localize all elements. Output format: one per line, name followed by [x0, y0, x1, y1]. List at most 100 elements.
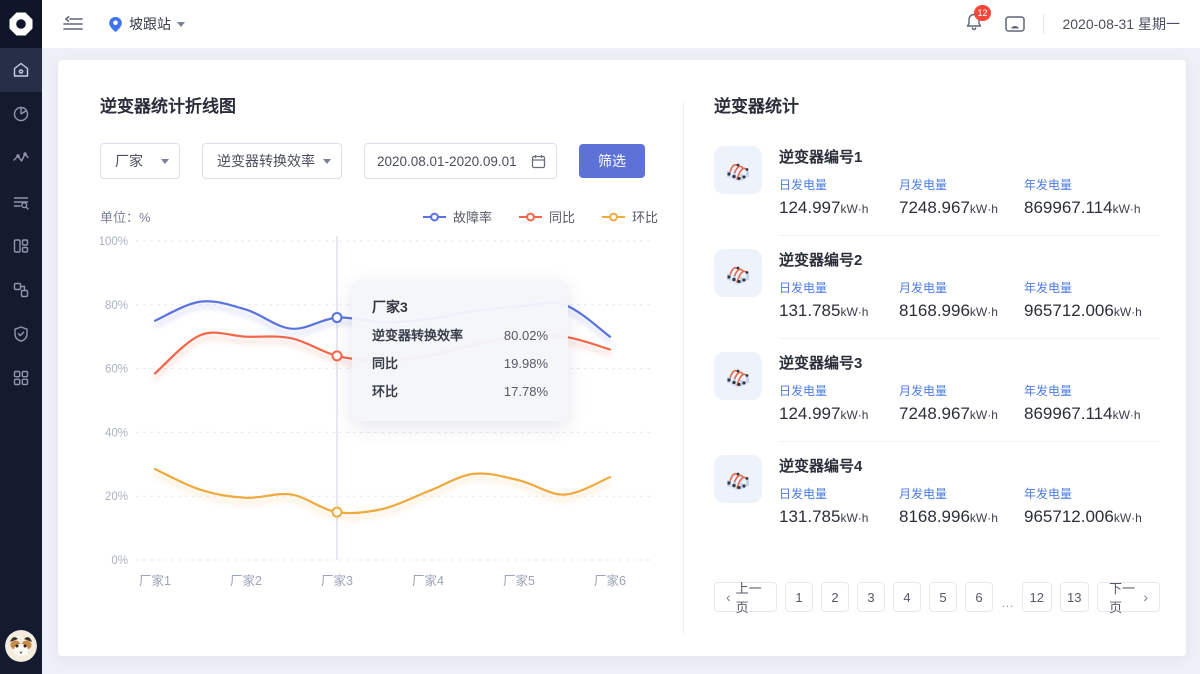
svg-text:厂家6: 厂家6	[594, 573, 626, 588]
stat-yearly: 年发电量 965712.006kW·h	[1024, 485, 1160, 527]
vendor-select-value: 厂家	[115, 151, 143, 171]
chart-panel-title: 逆变器统计折线图	[100, 92, 683, 117]
next-page-button[interactable]: 下一页 ›	[1097, 582, 1160, 612]
main-content: 逆变器统计折线图 厂家 逆变器转换效率 2020.08.01-2020.09.0…	[42, 48, 1200, 674]
inverter-list: 逆变器编号1 日发电量 124.997kW·h 月发电量 7248.967kW·…	[714, 133, 1160, 544]
svg-text:厂家5: 厂家5	[503, 573, 535, 588]
inverter-icon	[714, 146, 762, 194]
svg-text:厂家2: 厂家2	[230, 573, 262, 588]
tooltip-row: 环比 17.78%	[372, 383, 548, 401]
prev-page-button[interactable]: ‹ 上一页	[714, 582, 777, 612]
sidebar-item-reports[interactable]	[0, 92, 42, 136]
sidebar-item-apps[interactable]	[0, 356, 42, 400]
page-button-6[interactable]: 6	[965, 582, 993, 612]
inverter-3d-icon	[721, 256, 755, 290]
inverter-name: 逆变器编号4	[779, 455, 1160, 476]
stat-daily: 日发电量 124.997kW·h	[779, 382, 899, 424]
app-logo[interactable]	[0, 0, 42, 48]
page-button-1[interactable]: 1	[785, 582, 813, 612]
monitor-icon	[1005, 16, 1025, 32]
current-date: 2020-08-31 星期一	[1062, 14, 1180, 34]
line-chart[interactable]: 0%20%40%60%80%100%厂家1厂家2厂家3厂家4厂家5厂家6 厂家3…	[100, 228, 660, 600]
svg-text:40%: 40%	[105, 427, 128, 439]
stat-monthly: 月发电量 7248.967kW·h	[899, 382, 1024, 424]
stat-daily: 日发电量 131.785kW·h	[779, 485, 899, 527]
stat-daily: 日发电量 131.785kW·h	[779, 279, 899, 321]
svg-text:80%: 80%	[105, 300, 128, 312]
filter-row: 厂家 逆变器转换效率 2020.08.01-2020.09.01 筛选	[100, 143, 683, 179]
inverter-content: 逆变器编号2 日发电量 131.785kW·h 月发电量 8168.996kW·…	[779, 249, 1160, 321]
calendar-icon	[531, 154, 546, 169]
list-item[interactable]: 逆变器编号1 日发电量 124.997kW·h 月发电量 7248.967kW·…	[714, 133, 1160, 235]
list-item[interactable]: 逆变器编号4 日发电量 131.785kW·h 月发电量 8168.996kW·…	[714, 442, 1160, 544]
page-button-3[interactable]: 3	[857, 582, 885, 612]
svg-text:0%: 0%	[111, 555, 128, 567]
chart-panel: 逆变器统计折线图 厂家 逆变器转换效率 2020.08.01-2020.09.0…	[58, 60, 683, 656]
inverter-stats: 日发电量 131.785kW·h 月发电量 8168.996kW·h 年发电量 …	[779, 485, 1160, 527]
shield-check-icon	[12, 325, 30, 343]
inverter-icon	[714, 249, 762, 297]
legend-item-fault-rate[interactable]: 故障率	[422, 207, 492, 226]
legend-label: 环比	[632, 207, 658, 226]
pagination: ‹ 上一页 1 2 3 4 5 6 … 12 13 下一页 ›	[714, 582, 1160, 612]
page-button-4[interactable]: 4	[893, 582, 921, 612]
logo-gear-icon	[8, 11, 34, 37]
stat-monthly: 月发电量 8168.996kW·h	[899, 485, 1024, 527]
unit-legend-row: 单位：% 故障率 同比	[100, 207, 658, 226]
svg-text:厂家4: 厂家4	[412, 573, 444, 588]
pagination-ellipsis: …	[1001, 595, 1014, 612]
legend-label: 故障率	[453, 207, 492, 226]
list-item[interactable]: 逆变器编号3 日发电量 124.997kW·h 月发电量 7248.967kW·…	[714, 339, 1160, 441]
notifications-button[interactable]: 12	[965, 12, 983, 36]
legend-line-circle-icon	[601, 212, 626, 222]
page-button-2[interactable]: 2	[821, 582, 849, 612]
list-item[interactable]: 逆变器编号2 日发电量 131.785kW·h 月发电量 8168.996kW·…	[714, 236, 1160, 338]
date-range-input[interactable]: 2020.08.01-2020.09.01	[364, 143, 557, 179]
page-button-12[interactable]: 12	[1022, 582, 1052, 612]
inverter-name: 逆变器编号3	[779, 352, 1160, 373]
stat-yearly: 年发电量 869967.114kW·h	[1024, 176, 1160, 218]
inverter-icon	[714, 455, 762, 503]
top-header: 坡跟站 12 2020-08-31 星期一	[42, 0, 1200, 48]
sidebar-item-logs[interactable]	[0, 180, 42, 224]
svg-text:100%: 100%	[100, 236, 128, 248]
user-avatar[interactable]	[5, 630, 37, 662]
panel-divider	[683, 100, 684, 636]
inverter-content: 逆变器编号4 日发电量 131.785kW·h 月发电量 8168.996kW·…	[779, 455, 1160, 527]
sidebar-item-monitoring[interactable]	[0, 136, 42, 180]
metric-select[interactable]: 逆变器转换效率	[202, 143, 342, 179]
nodes-icon	[12, 281, 30, 299]
page-button-13[interactable]: 13	[1060, 582, 1090, 612]
sidebar-item-dashboard[interactable]	[0, 224, 42, 268]
sidebar-item-devices[interactable]	[0, 268, 42, 312]
station-selector[interactable]: 坡跟站	[108, 14, 185, 34]
collapse-sidebar-button[interactable]	[62, 13, 84, 35]
tooltip-row: 同比 19.98%	[372, 355, 548, 373]
inverter-stats: 日发电量 131.785kW·h 月发电量 8168.996kW·h 年发电量 …	[779, 279, 1160, 321]
inverter-stats: 日发电量 124.997kW·h 月发电量 7248.967kW·h 年发电量 …	[779, 176, 1160, 218]
sidebar-item-home[interactable]	[0, 48, 42, 92]
legend-label: 同比	[549, 207, 575, 226]
inverter-icon	[714, 352, 762, 400]
content-card: 逆变器统计折线图 厂家 逆变器转换效率 2020.08.01-2020.09.0…	[58, 60, 1186, 656]
page-button-5[interactable]: 5	[929, 582, 957, 612]
inverter-3d-icon	[721, 462, 755, 496]
stat-yearly: 年发电量 965712.006kW·h	[1024, 279, 1160, 321]
notification-badge: 12	[974, 5, 990, 21]
list-search-icon	[12, 193, 30, 211]
filter-button[interactable]: 筛选	[579, 144, 645, 178]
tooltip-row: 逆变器转换效率 80.02%	[372, 327, 548, 345]
vendor-select[interactable]: 厂家	[100, 143, 180, 179]
chevron-left-icon: ‹	[726, 589, 731, 605]
svg-text:60%: 60%	[105, 364, 128, 376]
stat-monthly: 月发电量 8168.996kW·h	[899, 279, 1024, 321]
grid-icon	[12, 369, 30, 387]
activity-icon	[12, 149, 30, 167]
inverter-3d-icon	[721, 153, 755, 187]
sidebar-item-security[interactable]	[0, 312, 42, 356]
screen-view-button[interactable]	[1005, 16, 1025, 32]
legend-item-mom[interactable]: 环比	[601, 207, 658, 226]
legend-item-yoy[interactable]: 同比	[518, 207, 575, 226]
inverter-content: 逆变器编号1 日发电量 124.997kW·h 月发电量 7248.967kW·…	[779, 146, 1160, 218]
header-right: 12 2020-08-31 星期一	[965, 12, 1180, 36]
